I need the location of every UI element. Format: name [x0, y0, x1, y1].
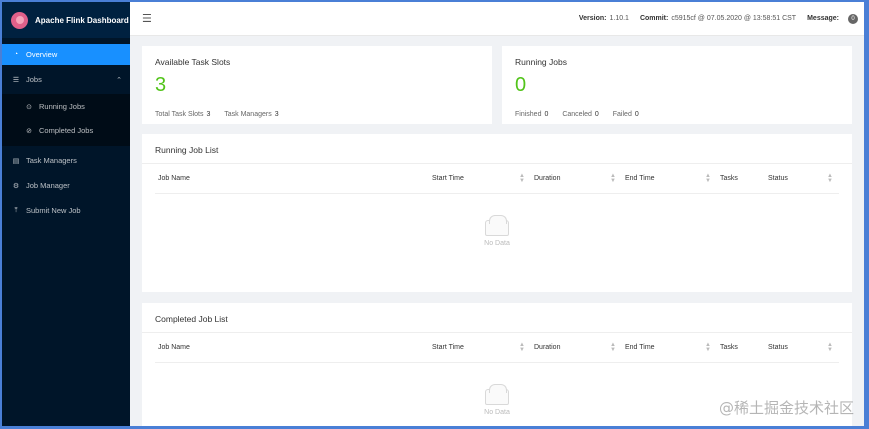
message-label: Message: — [807, 15, 839, 22]
sidebar-item-label: Jobs — [26, 75, 42, 84]
upload-icon: ⤒ — [14, 206, 18, 214]
jobs-submenu: ⊙ Running Jobs ⊘ Completed Jobs — [2, 94, 130, 146]
sidebar-item-overview[interactable]: ◔ Overview — [2, 44, 130, 65]
sort-icon[interactable]: ▲ ▼ — [705, 173, 711, 184]
available-slots-value: 3 — [155, 74, 167, 96]
sort-icon[interactable]: ▲ ▼ — [827, 173, 833, 184]
sort-icon[interactable]: ▲ ▼ — [610, 173, 616, 184]
sort-icon[interactable]: ▲ ▼ — [827, 342, 833, 353]
message-count-badge[interactable]: 0 — [848, 13, 858, 24]
column-header-duration[interactable]: Duration ▲ ▼ — [531, 164, 622, 193]
sidebar-item-jobs[interactable]: ☰ Jobs ⌃ — [2, 69, 130, 90]
column-header-status[interactable]: Status ▲ ▼ — [765, 333, 839, 362]
sidebar-item-task-managers[interactable]: ▤ Task Managers — [2, 150, 130, 171]
menu-fold-icon[interactable]: ☰ — [142, 12, 152, 25]
empty-inbox-icon — [485, 384, 509, 405]
sidebar-item-label: Job Manager — [26, 181, 70, 190]
sidebar-item-submit-new-job[interactable]: ⤒ Submit New Job — [2, 200, 130, 221]
version-value: 1.10.1 — [609, 15, 629, 22]
column-header-start-time[interactable]: Start Time ▲ ▼ — [429, 164, 531, 193]
sidebar-item-job-manager[interactable]: ⚙ Job Manager — [2, 175, 130, 196]
column-header-status[interactable]: Status ▲ ▼ — [765, 164, 839, 193]
running-job-list-card: Running Job List Job Name Start Time ▲ ▼ D… — [142, 134, 852, 292]
empty-inbox-icon — [485, 215, 509, 236]
column-header-end-time[interactable]: End Time ▲ ▼ — [622, 164, 717, 193]
commit-info: Commit: c5915cf @ 07.05.2020 @ 13:58:51 C… — [640, 15, 796, 22]
column-header-start-time[interactable]: Start Time ▲ ▼ — [429, 333, 531, 362]
chevron-up-icon: ⌃ — [116, 76, 122, 84]
failed-label: Failed — [612, 111, 632, 118]
message-info[interactable]: Message: — [807, 15, 842, 22]
total-slots-value: 3 — [206, 111, 211, 118]
watermark: @稀土掘金技术社区 — [718, 399, 854, 417]
logo[interactable]: Apache Flink Dashboard — [2, 2, 130, 38]
commit-label: Commit: — [639, 15, 669, 22]
schedule-icon: ▤ — [12, 157, 20, 165]
column-header-duration[interactable]: Duration ▲ ▼ — [531, 333, 622, 362]
card-title: Running Job List — [142, 134, 852, 164]
build-icon: ⚙ — [12, 182, 20, 190]
failed-value: 0 — [634, 111, 639, 118]
card-footer: Finished 0 Canceled 0 Failed 0 — [502, 103, 852, 124]
sidebar-item-completed-jobs[interactable]: ⊘ Completed Jobs — [2, 120, 130, 141]
column-header-tasks: Tasks — [720, 344, 738, 351]
play-circle-icon: ⊙ — [26, 103, 32, 111]
list-icon: ☰ — [12, 76, 20, 84]
sort-icon[interactable]: ▲ ▼ — [705, 342, 711, 353]
empty-text: No Data — [484, 240, 510, 247]
sidebar-menu: ◔ Overview ☰ Jobs ⌃ ⊙ Running Jobs ⊘ Com… — [2, 44, 130, 221]
top-header: ☰ Version: 1.10.1 Commit: c5915cf @ 07.05.… — [130, 2, 864, 36]
sidebar-item-label: Overview — [26, 50, 58, 59]
sidebar: Apache Flink Dashboard ◔ Overview ☰ Jobs… — [2, 2, 130, 426]
version-info: Version: 1.10.1 — [579, 15, 629, 22]
sidebar-item-running-jobs[interactable]: ⊙ Running Jobs — [2, 96, 130, 117]
sort-icon[interactable]: ▲ ▼ — [519, 173, 525, 184]
column-header-job-name: Job Name — [158, 344, 190, 351]
sort-icon[interactable]: ▲ ▼ — [610, 342, 616, 353]
card-title: Completed Job List — [142, 303, 852, 333]
commit-value: c5915cf @ 07.05.2020 @ 13:58:51 CST — [671, 15, 797, 22]
task-managers-label: Task Managers — [224, 111, 272, 118]
total-slots-label: Total Task Slots — [155, 111, 204, 118]
empty-state: No Data — [142, 215, 852, 247]
header-info: Version: 1.10.1 Commit: c5915cf @ 07.05.20… — [579, 13, 864, 24]
column-header-tasks: Tasks — [720, 175, 738, 182]
column-header-job-name: Job Name — [158, 175, 190, 182]
version-label: Version: — [578, 15, 607, 22]
finished-value: 0 — [544, 111, 549, 118]
table-header: Job Name Start Time ▲ ▼ Duration ▲ ▼ End Tim… — [155, 164, 839, 194]
browser-frame: Apache Flink Dashboard ◔ Overview ☰ Jobs… — [2, 2, 864, 426]
flink-logo-icon — [11, 11, 28, 29]
canceled-value: 0 — [594, 111, 599, 118]
app-title: Apache Flink Dashboard — [35, 15, 129, 25]
task-managers-value: 3 — [274, 111, 279, 118]
column-header-end-time[interactable]: End Time ▲ ▼ — [622, 333, 717, 362]
check-circle-icon: ⊘ — [26, 127, 32, 135]
sidebar-item-label: Submit New Job — [26, 206, 81, 215]
sort-icon[interactable]: ▲ ▼ — [519, 342, 525, 353]
available-task-slots-card: Available Task Slots 3 Total Task Slots 3… — [142, 46, 492, 124]
card-title: Available Task Slots — [155, 57, 231, 67]
running-jobs-value: 0 — [515, 74, 527, 96]
dashboard-icon: ◔ — [13, 51, 19, 58]
table-header: Job Name Start Time ▲ ▼ Duration ▲ ▼ End Tim… — [155, 333, 839, 363]
finished-label: Finished — [515, 111, 542, 118]
card-title: Running Jobs — [515, 57, 567, 67]
running-jobs-card: Running Jobs 0 Finished 0 Canceled 0 Faile… — [502, 46, 852, 124]
sidebar-item-label: Running Jobs — [39, 102, 85, 111]
card-footer: Total Task Slots 3 Task Managers 3 — [142, 103, 492, 124]
sidebar-item-label: Completed Jobs — [39, 126, 94, 135]
canceled-label: Canceled — [562, 111, 592, 118]
sidebar-item-label: Task Managers — [26, 156, 77, 165]
